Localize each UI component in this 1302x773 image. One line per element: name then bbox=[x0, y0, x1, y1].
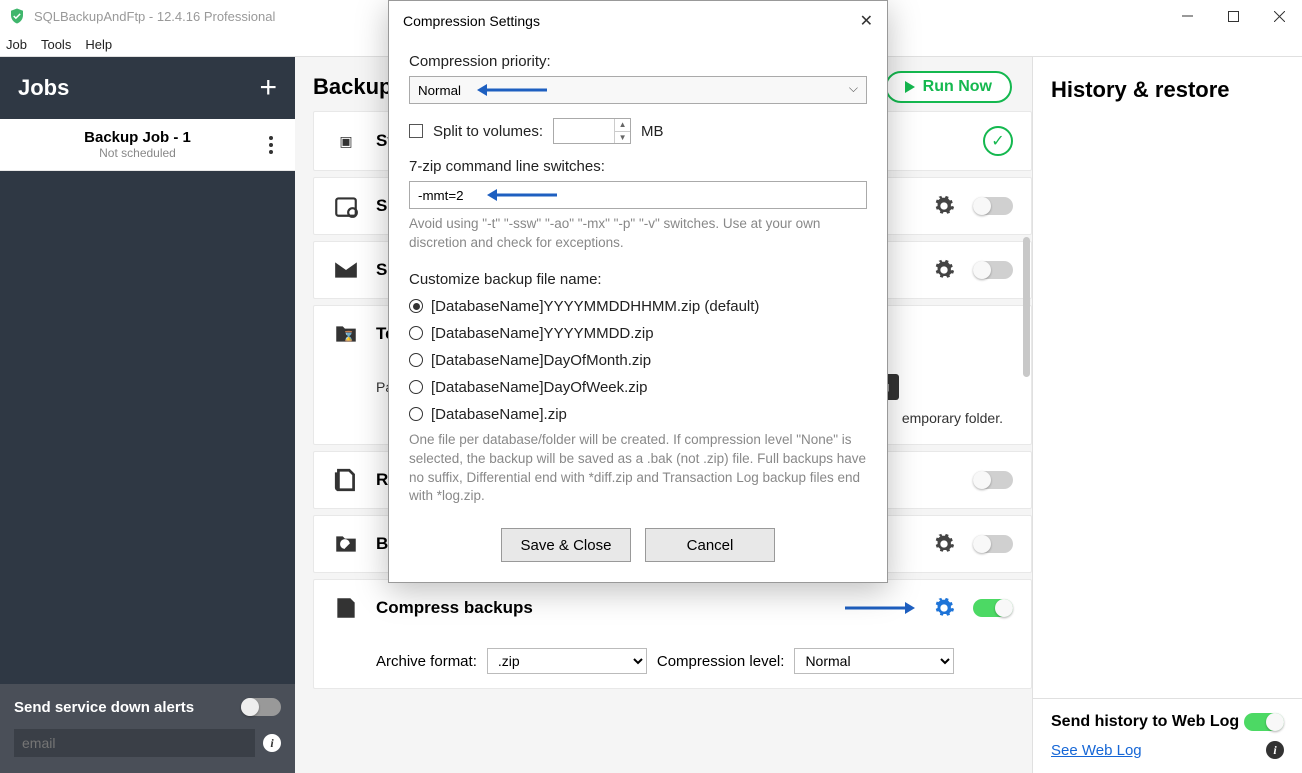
info-icon[interactable]: i bbox=[1266, 741, 1284, 759]
filename-radio-group: [DatabaseName]YYYYMMDDHHMM.zip (default)… bbox=[409, 298, 867, 423]
svg-text:⌛: ⌛ bbox=[343, 330, 355, 342]
filename-radio-1[interactable] bbox=[409, 326, 423, 340]
add-job-button[interactable]: + bbox=[259, 71, 277, 105]
compression-level-label: Compression level: bbox=[657, 653, 785, 670]
save-close-button[interactable]: Save & Close bbox=[501, 528, 631, 562]
dialog-close-button[interactable]: ✕ bbox=[860, 11, 873, 31]
scrollbar[interactable] bbox=[1023, 237, 1030, 377]
see-web-log-link[interactable]: See Web Log bbox=[1051, 742, 1142, 759]
gear-icon[interactable] bbox=[933, 259, 955, 281]
annotation-arrow bbox=[487, 188, 557, 202]
backup-title: Backup bbox=[313, 74, 392, 100]
service-email-input[interactable] bbox=[14, 729, 255, 757]
menu-help[interactable]: Help bbox=[85, 37, 112, 52]
weblog-label: Send history to Web Log bbox=[1051, 713, 1244, 731]
jobs-header: Jobs + bbox=[0, 57, 295, 119]
close-button[interactable] bbox=[1256, 1, 1302, 31]
weblog-toggle[interactable] bbox=[1244, 713, 1284, 731]
annotation-arrow bbox=[845, 601, 915, 615]
calendar-icon bbox=[332, 192, 360, 220]
job-more-button[interactable] bbox=[261, 136, 281, 154]
filename-label: Customize backup file name: bbox=[409, 271, 867, 288]
maximize-button[interactable] bbox=[1210, 1, 1256, 31]
service-alerts-panel: Send service down alerts i bbox=[0, 684, 295, 773]
run-toggle[interactable] bbox=[973, 471, 1013, 489]
menu-tools[interactable]: Tools bbox=[41, 37, 71, 52]
service-alerts-label: Send service down alerts bbox=[14, 698, 241, 718]
script-icon bbox=[332, 466, 360, 494]
split-checkbox[interactable] bbox=[409, 124, 423, 138]
jobs-title: Jobs bbox=[18, 75, 69, 101]
backup-folder-icon bbox=[332, 530, 360, 558]
folder-icon: ⌛ bbox=[332, 320, 360, 348]
database-icon: ▣ bbox=[332, 127, 360, 155]
jobs-pane: Jobs + Backup Job - 1 Not scheduled Send… bbox=[0, 57, 295, 773]
play-icon bbox=[905, 81, 915, 93]
run-now-button[interactable]: Run Now bbox=[885, 71, 1012, 103]
window-title: SQLBackupAndFtp - 12.4.16 Professional bbox=[34, 9, 275, 24]
service-alerts-toggle[interactable] bbox=[241, 698, 281, 716]
app-icon bbox=[8, 7, 26, 25]
history-pane: History & restore Send history to Web Lo… bbox=[1032, 57, 1302, 773]
job-name: Backup Job - 1 bbox=[14, 129, 261, 146]
history-title: History & restore bbox=[1033, 57, 1302, 123]
split-unit: MB bbox=[641, 123, 664, 140]
compression-level-select[interactable]: Normal bbox=[794, 648, 954, 674]
filename-radio-4[interactable] bbox=[409, 407, 423, 421]
info-icon[interactable]: i bbox=[263, 734, 281, 752]
schedule-toggle[interactable] bbox=[973, 197, 1013, 215]
archive-format-label: Archive format: bbox=[376, 653, 477, 670]
compression-settings-dialog: Compression Settings ✕ Compression prior… bbox=[388, 0, 888, 583]
priority-label: Compression priority: bbox=[409, 53, 867, 70]
compress-card: Compress backups Archive format: .zip Co… bbox=[313, 579, 1032, 689]
compress-settings-button[interactable] bbox=[933, 597, 955, 619]
dialog-title: Compression Settings bbox=[403, 13, 540, 29]
menu-job[interactable]: Job bbox=[6, 37, 27, 52]
split-label: Split to volumes: bbox=[433, 123, 543, 140]
status-ok-icon: ✓ bbox=[983, 126, 1013, 156]
archive-format-select[interactable]: .zip bbox=[487, 648, 647, 674]
job-status: Not scheduled bbox=[14, 146, 261, 160]
compress-toggle[interactable] bbox=[973, 599, 1013, 617]
gear-icon[interactable] bbox=[933, 195, 955, 217]
filename-radio-2[interactable] bbox=[409, 353, 423, 367]
annotation-arrow bbox=[477, 83, 547, 97]
filename-radio-0[interactable] bbox=[409, 299, 423, 313]
compress-label: Compress backups bbox=[376, 598, 533, 618]
email-toggle[interactable] bbox=[973, 261, 1013, 279]
gear-icon[interactable] bbox=[933, 533, 955, 555]
compress-icon bbox=[332, 594, 360, 622]
backup-toggle[interactable] bbox=[973, 535, 1013, 553]
job-item[interactable]: Backup Job - 1 Not scheduled bbox=[0, 119, 295, 171]
zip-hint: Avoid using "-t" "-ssw" "-ao" "-mx" "-p"… bbox=[409, 215, 867, 253]
minimize-button[interactable] bbox=[1164, 1, 1210, 31]
split-size-input[interactable]: ▲▼ bbox=[553, 118, 631, 144]
mail-icon bbox=[332, 256, 360, 284]
zip-switches-label: 7-zip command line switches: bbox=[409, 158, 867, 175]
cancel-button[interactable]: Cancel bbox=[645, 528, 775, 562]
zip-switches-input[interactable] bbox=[409, 181, 867, 209]
filename-hint: One file per database/folder will be cre… bbox=[409, 431, 867, 507]
filename-radio-3[interactable] bbox=[409, 380, 423, 394]
